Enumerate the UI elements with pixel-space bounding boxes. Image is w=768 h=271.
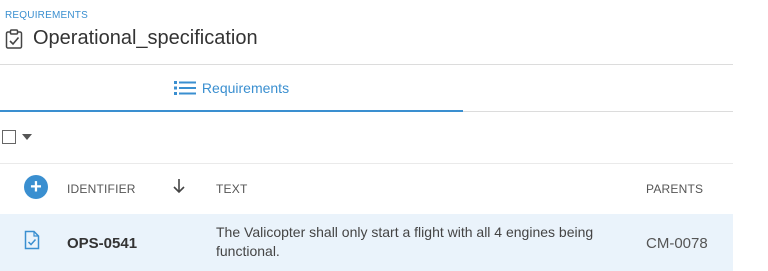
tabs-divider <box>463 111 733 112</box>
bulk-select <box>2 130 32 144</box>
document-check-icon <box>24 230 40 250</box>
column-header-parents[interactable]: PARENTS <box>646 182 703 196</box>
active-tab-indicator <box>0 110 463 112</box>
select-all-checkbox[interactable] <box>2 130 16 144</box>
breadcrumb[interactable]: REQUIREMENTS <box>5 10 258 21</box>
plus-icon: + <box>30 176 42 198</box>
column-header-identifier[interactable]: IDENTIFIER <box>67 182 136 196</box>
table-header: + IDENTIFIER TEXT PARENTS <box>0 164 733 214</box>
table-row[interactable]: OPS-0541 The Valicopter shall only start… <box>0 214 733 271</box>
chevron-down-icon[interactable] <box>22 134 32 140</box>
column-header-text[interactable]: TEXT <box>216 182 247 196</box>
row-identifier[interactable]: OPS-0541 <box>67 235 137 252</box>
page-title: Operational_specification <box>33 27 258 49</box>
tab-requirements[interactable]: Requirements <box>0 65 463 111</box>
row-parents[interactable]: CM-0078 <box>646 235 708 252</box>
row-text: The Valicopter shall only start a flight… <box>216 224 594 259</box>
title-row: Operational_specification <box>5 27 258 50</box>
tab-requirements-label: Requirements <box>201 80 290 96</box>
sort-arrow-down-icon[interactable] <box>172 178 186 194</box>
list-icon <box>173 81 196 95</box>
clipboard-check-icon <box>5 28 23 49</box>
tab-bar: Requirements <box>0 65 733 112</box>
add-requirement-button[interactable]: + <box>24 175 48 199</box>
page-header: REQUIREMENTS Operational_specification <box>5 10 258 50</box>
